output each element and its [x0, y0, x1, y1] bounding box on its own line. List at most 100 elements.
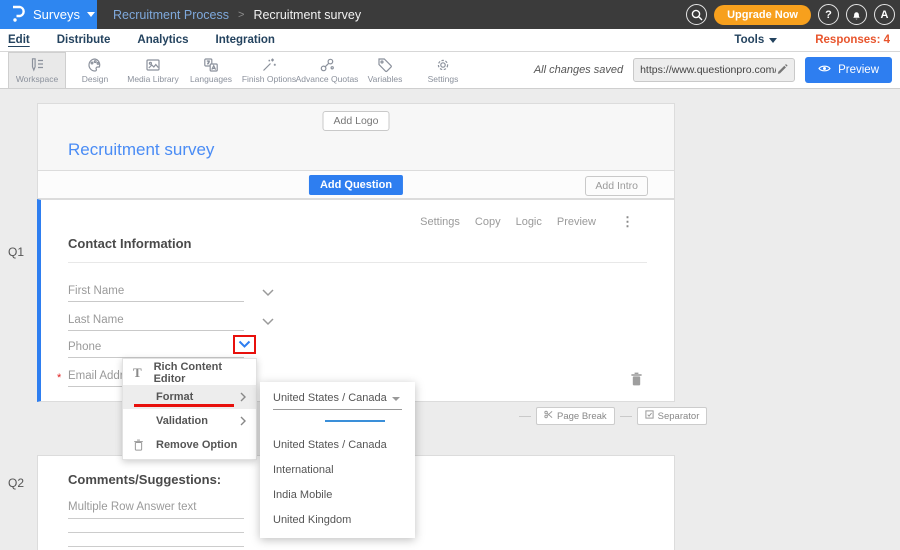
- image-icon: [145, 57, 161, 73]
- answer-line: [68, 518, 244, 519]
- edit-pencil-icon[interactable]: [776, 61, 788, 79]
- avatar[interactable]: A: [874, 4, 895, 25]
- survey-header-card: Add Logo Recruitment survey: [37, 103, 675, 171]
- required-asterisk: *: [57, 372, 61, 384]
- answer-line: [68, 546, 244, 547]
- field-row-phone[interactable]: Phone: [68, 341, 244, 358]
- rich-text-icon: T: [133, 365, 154, 381]
- toolbar-item-design[interactable]: Design: [66, 52, 124, 88]
- editor-toolbar: Workspace Design Media Library: [0, 52, 900, 89]
- format-option-united-kingdom[interactable]: United Kingdom: [260, 507, 415, 532]
- topbar-actions: Upgrade Now ? A: [686, 4, 900, 25]
- question-title-q1[interactable]: Contact Information: [68, 236, 192, 251]
- question-logic-link[interactable]: Logic: [516, 216, 542, 228]
- question-preview-link[interactable]: Preview: [557, 216, 596, 228]
- question-actions: Settings Copy Logic Preview ⋮: [420, 214, 634, 230]
- format-option-us-canada[interactable]: United States / Canada: [260, 432, 415, 457]
- palette-icon: [87, 57, 103, 73]
- tab-analytics[interactable]: Analytics: [137, 34, 188, 46]
- tag-icon: [377, 57, 393, 73]
- question-number-q2: Q2: [8, 476, 24, 490]
- chevron-down-icon: [769, 38, 777, 43]
- separator-button[interactable]: Separator: [637, 407, 708, 425]
- format-submenu-panel: United States / Canada United States / C…: [260, 382, 415, 538]
- toolbar-item-settings[interactable]: Settings: [414, 52, 472, 88]
- phone-dropdown-chevron-icon[interactable]: [238, 336, 251, 354]
- magic-wand-icon: [261, 57, 277, 73]
- chevron-right-icon: [240, 416, 246, 426]
- field-row-first-name[interactable]: First Name: [68, 285, 244, 302]
- annotation-highlight-box: [233, 335, 256, 354]
- trash-icon: [133, 439, 156, 451]
- gear-icon: [435, 57, 451, 73]
- delete-row-trash-icon[interactable]: [630, 372, 643, 391]
- workspace-icon: [29, 57, 45, 73]
- breadcrumb-parent[interactable]: Recruitment Process: [113, 8, 229, 22]
- menu-item-rich-content-editor[interactable]: T Rich Content Editor: [123, 361, 256, 385]
- toolbar-item-languages[interactable]: Languages: [182, 52, 240, 88]
- breadcrumb-current: Recruitment survey: [253, 8, 361, 22]
- topbar: Surveys Recruitment Process > Recruitmen…: [0, 0, 900, 29]
- question-settings-link[interactable]: Settings: [420, 216, 460, 228]
- menu-item-remove-option[interactable]: Remove Option: [123, 433, 256, 457]
- surveys-product-menu[interactable]: Surveys: [0, 0, 97, 29]
- survey-title[interactable]: Recruitment survey: [68, 140, 214, 160]
- add-logo-button[interactable]: Add Logo: [323, 111, 390, 131]
- toolbar-item-workspace[interactable]: Workspace: [8, 52, 66, 88]
- annotation-red-underline: [134, 404, 234, 407]
- translate-icon: [203, 57, 219, 73]
- chevron-down-icon[interactable]: [262, 317, 274, 329]
- chain-links-icon: [319, 57, 335, 73]
- insert-controls-row: Page Break Separator: [519, 407, 707, 425]
- focus-indicator-line: [325, 420, 385, 422]
- survey-canvas: Add Logo Recruitment survey Add Question…: [0, 89, 900, 550]
- question-divider: [68, 262, 647, 263]
- field-row-last-name[interactable]: Last Name: [68, 314, 244, 331]
- chevron-down-icon[interactable]: [262, 288, 274, 300]
- responses-count[interactable]: Responses: 4: [815, 34, 890, 46]
- breadcrumb: Recruitment Process > Recruitment survey: [113, 8, 361, 22]
- add-question-row: Add Question Add Intro: [37, 171, 675, 199]
- tab-distribute[interactable]: Distribute: [57, 34, 111, 46]
- search-icon[interactable]: [686, 4, 707, 25]
- page-break-button[interactable]: Page Break: [536, 407, 615, 425]
- save-status: All changes saved: [534, 64, 623, 76]
- chevron-down-icon: [392, 397, 400, 401]
- multirow-answer-placeholder[interactable]: Multiple Row Answer text: [68, 501, 196, 513]
- more-options-icon[interactable]: ⋮: [621, 214, 634, 230]
- chevron-right-icon: [240, 392, 246, 402]
- question-copy-link[interactable]: Copy: [475, 216, 501, 228]
- toolbar-item-advance-quotas[interactable]: Advance Quotas: [298, 52, 356, 88]
- format-options-list: United States / Canada International Ind…: [260, 432, 415, 532]
- upgrade-now-button[interactable]: Upgrade Now: [714, 5, 811, 25]
- toolbar-item-variables[interactable]: Variables: [356, 52, 414, 88]
- scissors-icon: [544, 410, 553, 422]
- dashed-connector: [620, 416, 632, 417]
- bell-icon[interactable]: [846, 4, 867, 25]
- questionpro-logo: [11, 5, 26, 25]
- dashed-connector: [519, 416, 531, 417]
- add-question-button[interactable]: Add Question: [309, 175, 403, 195]
- preview-button[interactable]: Preview: [805, 57, 892, 83]
- menu-item-validation[interactable]: Validation: [123, 409, 256, 433]
- question-title-q2[interactable]: Comments/Suggestions:: [68, 472, 221, 487]
- tools-menu[interactable]: Tools: [734, 34, 777, 46]
- row-options-context-menu: T Rich Content Editor Format Validation: [122, 358, 257, 460]
- toolbar-item-finish-options[interactable]: Finish Options: [240, 52, 298, 88]
- answer-line: [68, 532, 244, 533]
- toolbar-item-media-library[interactable]: Media Library: [124, 52, 182, 88]
- tab-edit[interactable]: Edit: [8, 34, 30, 46]
- questionpro-survey-editor: Surveys Recruitment Process > Recruitmen…: [0, 0, 900, 550]
- help-icon[interactable]: ?: [818, 4, 839, 25]
- add-intro-button[interactable]: Add Intro: [585, 176, 648, 196]
- surveys-menu-label: Surveys: [33, 7, 80, 22]
- tab-integration[interactable]: Integration: [216, 34, 275, 46]
- chevron-down-icon: [87, 12, 95, 17]
- phone-format-select[interactable]: United States / Canada: [273, 392, 402, 410]
- question-number-q1: Q1: [8, 245, 24, 259]
- share-url-box: [633, 58, 795, 82]
- format-option-international[interactable]: International: [260, 457, 415, 482]
- share-url-input[interactable]: [640, 64, 776, 76]
- format-option-india-mobile[interactable]: India Mobile: [260, 482, 415, 507]
- breadcrumb-separator: >: [238, 9, 244, 21]
